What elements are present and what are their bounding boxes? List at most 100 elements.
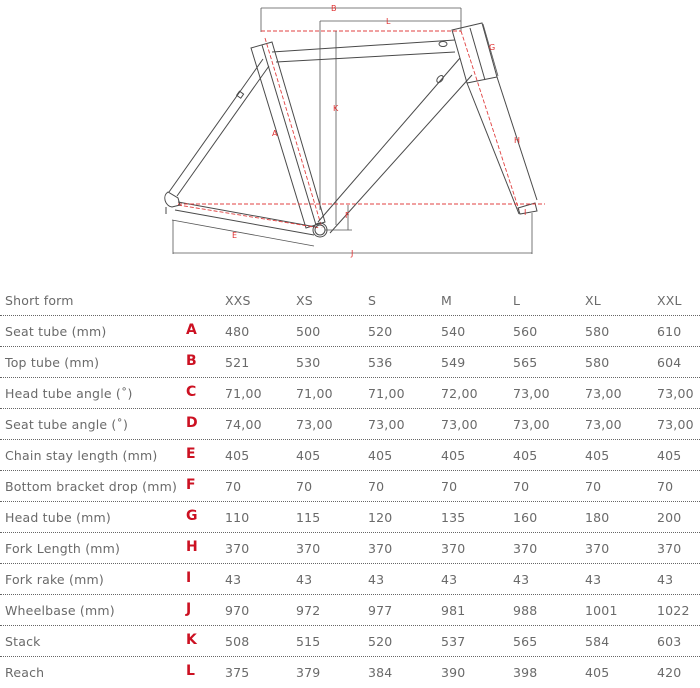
row-value: 549 [441, 355, 466, 370]
dim-label-l: L [386, 17, 391, 26]
row-value: 43 [657, 572, 674, 587]
table-body: Seat tube (mm) A 480 500 520 540 560 580 610 Top… [0, 316, 700, 688]
row-value: 120 [368, 510, 393, 525]
row-value: 560 [513, 324, 538, 339]
row-letter: I [186, 570, 192, 586]
row-value: 405 [225, 448, 250, 463]
row-value: 580 [585, 355, 610, 370]
row-value: 520 [368, 324, 393, 339]
row-value: 370 [513, 541, 538, 556]
row-letter: H [186, 539, 198, 555]
row-value: 603 [657, 634, 682, 649]
row-value: 610 [657, 324, 682, 339]
table-row: Seat tube angle (˚) D 74,00 73,00 73,00 73,0… [0, 409, 700, 440]
row-value: 405 [296, 448, 321, 463]
row-label: Seat tube (mm) [5, 324, 107, 339]
row-value: 43 [441, 572, 458, 587]
row-label: Top tube (mm) [5, 355, 100, 370]
row-value: 43 [225, 572, 242, 587]
row-value: 536 [368, 355, 393, 370]
dim-label-e: E [232, 231, 237, 240]
dimension-k: K [261, 30, 461, 225]
row-value: 43 [368, 572, 385, 587]
row-value: 981 [441, 603, 466, 618]
row-value: 73,00 [513, 386, 550, 401]
row-value: 200 [657, 510, 682, 525]
row-value: 405 [657, 448, 682, 463]
row-letter: J [186, 601, 192, 617]
row-value: 370 [225, 541, 250, 556]
row-value: 70 [513, 479, 530, 494]
row-value: 521 [225, 355, 250, 370]
row-value: 70 [441, 479, 458, 494]
row-letter: K [186, 632, 198, 648]
table-row: Bottom bracket drop (mm) F 70 70 70 70 70 70 70 [0, 471, 700, 502]
dim-label-f: F [345, 211, 350, 220]
row-value: 135 [441, 510, 466, 525]
row-value: 73,00 [513, 417, 550, 432]
row-value: 73,00 [441, 417, 478, 432]
frame-drawing: B L K A G H I E F J [164, 4, 545, 258]
table-row: Reach L 375 379 384 390 398 405 420 [0, 657, 700, 688]
row-value: 70 [296, 479, 313, 494]
row-label: Head tube angle (˚) [5, 386, 133, 401]
seat-tube: A [250, 37, 326, 229]
dim-label-a: A [272, 129, 278, 138]
table-header-row: Short form XXS XS S M L XL XXL [0, 285, 700, 316]
row-value: 73,00 [657, 417, 694, 432]
bottom-bracket [312, 222, 328, 238]
row-value: 73,00 [657, 386, 694, 401]
row-letter: L [186, 663, 196, 679]
row-value: 43 [585, 572, 602, 587]
header-size: M [441, 293, 452, 308]
row-letter: E [186, 446, 196, 462]
row-value: 565 [513, 634, 538, 649]
row-value: 405 [585, 448, 610, 463]
row-value: 530 [296, 355, 321, 370]
frame-geometry-diagram: B L K A G H I E F J [0, 0, 700, 270]
table-row: Fork Length (mm) H 370 370 370 370 370 370 370 [0, 533, 700, 564]
row-value: 500 [296, 324, 321, 339]
down-tube [317, 57, 473, 234]
row-label: Reach [5, 665, 45, 680]
top-tube [271, 39, 456, 63]
row-value: 584 [585, 634, 610, 649]
row-value: 508 [225, 634, 250, 649]
dim-label-j: J [350, 249, 353, 258]
table-row: Head tube (mm) G 110 115 120 135 160 180 200 [0, 502, 700, 533]
row-value: 405 [368, 448, 393, 463]
table-row: Chain stay length (mm) E 405 405 405 405 405 4… [0, 440, 700, 471]
dim-label-g: G [489, 43, 495, 52]
row-value: 540 [441, 324, 466, 339]
row-value: 379 [296, 665, 321, 680]
row-value: 375 [225, 665, 250, 680]
row-value: 180 [585, 510, 610, 525]
seat-stay [168, 58, 270, 197]
row-letter: A [186, 322, 198, 338]
row-letter: F [186, 477, 196, 493]
row-value: 370 [441, 541, 466, 556]
row-value: 565 [513, 355, 538, 370]
row-value: 515 [296, 634, 321, 649]
row-label: Chain stay length (mm) [5, 448, 158, 463]
row-value: 604 [657, 355, 682, 370]
row-value: 972 [296, 603, 321, 618]
fork: H I [460, 30, 538, 217]
row-label: Stack [5, 634, 41, 649]
table-row: Stack K 508 515 520 537 565 584 603 [0, 626, 700, 657]
header-size: XL [585, 293, 601, 308]
header-label: Short form [5, 293, 74, 308]
row-value: 384 [368, 665, 393, 680]
row-value: 70 [657, 479, 674, 494]
row-value: 988 [513, 603, 538, 618]
row-label: Fork rake (mm) [5, 572, 104, 587]
row-label: Fork Length (mm) [5, 541, 121, 556]
row-letter: D [186, 415, 198, 431]
row-value: 398 [513, 665, 538, 680]
dimension-b: B [260, 4, 462, 32]
row-value: 370 [585, 541, 610, 556]
row-value: 73,00 [585, 417, 622, 432]
row-value: 73,00 [296, 417, 333, 432]
chain-stay [174, 201, 545, 236]
row-value: 70 [225, 479, 242, 494]
